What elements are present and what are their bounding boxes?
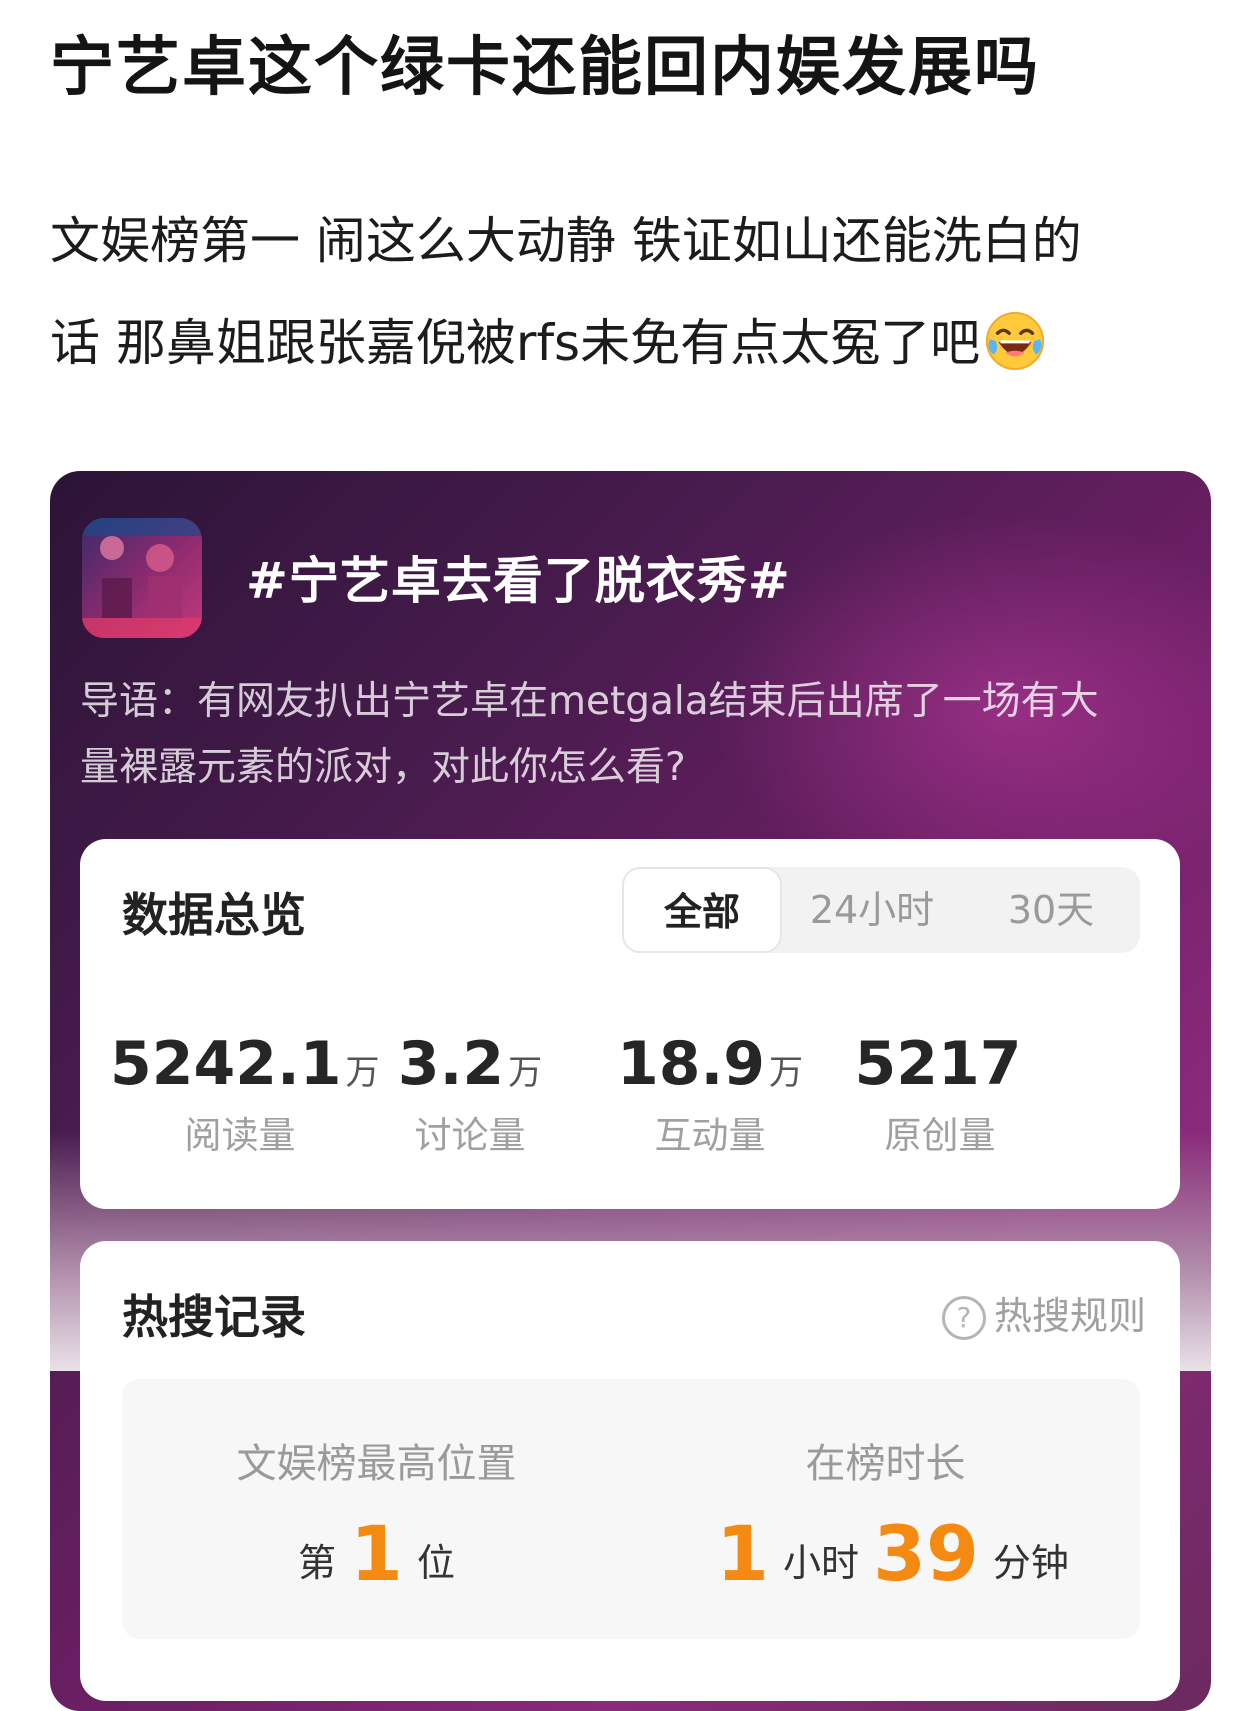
hot-search-record-title: 热搜记录: [122, 1290, 306, 1344]
topic-lead-line: 导语：有网友扒出宁艺卓在metgala结束后出席了一场有大: [80, 679, 1099, 724]
rules-label: 热搜规则: [993, 1294, 1146, 1338]
post-body-line: 话 那鼻姐跟张嘉倪被rfs未免有点太冤了吧: [50, 314, 981, 372]
stat-number: 3.2: [397, 1029, 505, 1099]
rank-prefix: 第: [298, 1541, 337, 1585]
stat-reads: 5242.1 万 阅读量: [110, 1029, 380, 1159]
help-icon: ?: [941, 1296, 986, 1340]
record-box: 文娱榜最高位置 第1位 在榜时长 1 小时 39 分钟: [122, 1379, 1140, 1639]
time-range-tabs: 全部 24小时 30天: [622, 867, 1140, 953]
stat-unit: 万: [508, 1053, 543, 1093]
tab-24h[interactable]: 24小时: [782, 867, 962, 953]
topic-thumbnail[interactable]: [82, 518, 202, 638]
stat-originals: 5217 原创量: [810, 1029, 1070, 1159]
stat-number: 18.9: [616, 1029, 766, 1099]
data-overview-title: 数据总览: [122, 888, 306, 942]
stat-value: 3.2 万: [340, 1029, 600, 1099]
laughing-crying-emoji-icon: [986, 311, 1045, 371]
time-on-list-value: 1 小时 39 分钟: [631, 1509, 1140, 1598]
stat-value: 5217: [810, 1029, 1070, 1099]
rank-suffix: 位: [416, 1541, 455, 1585]
topic-lead: 导语：有网友扒出宁艺卓在metgala结束后出席了一场有大 量裸露元素的派对，对…: [80, 669, 1190, 801]
minutes-number: 39: [873, 1509, 979, 1598]
data-overview-panel: 数据总览 全部 24小时 30天 5242.1 万 阅读量 3.2 万 讨论量 18…: [80, 839, 1180, 1209]
topic-lead-line: 量裸露元素的派对，对此你怎么看?: [80, 745, 686, 790]
post-body-line-with-emoji: 话 那鼻姐跟张嘉倪被rfs未免有点太冤了吧: [50, 292, 1200, 394]
post-body-line: 文娱榜第一 闹这么大动静 铁证如山还能洗白的: [50, 212, 1082, 270]
hot-search-rules-link[interactable]: ? 热搜规则: [941, 1285, 1146, 1340]
party-photo-icon: [82, 518, 202, 638]
topic-hashtag[interactable]: #宁艺卓去看了脱衣秀#: [246, 541, 791, 613]
stat-number: 5217: [854, 1029, 1022, 1099]
stat-interactions: 18.9 万 互动量: [580, 1029, 840, 1159]
stat-label: 阅读量: [184, 1114, 296, 1157]
time-on-list: 在榜时长 1 小时 39 分钟: [631, 1379, 1140, 1639]
highest-rank: 文娱榜最高位置 第1位: [122, 1379, 631, 1639]
stat-discussions: 3.2 万 讨论量: [340, 1029, 600, 1159]
tab-all[interactable]: 全部: [622, 867, 782, 953]
stat-label: 讨论量: [414, 1114, 526, 1157]
stat-value: 18.9 万: [580, 1029, 840, 1099]
hot-search-record-panel: 热搜记录 ? 热搜规则 文娱榜最高位置 第1位 在榜时长 1 小时 39 分钟: [80, 1241, 1180, 1701]
post-body: 文娱榜第一 闹这么大动静 铁证如山还能洗白的 话 那鼻姐跟张嘉倪被rfs未免有点…: [50, 190, 1200, 394]
stat-label: 互动量: [654, 1114, 766, 1157]
stat-unit: 万: [769, 1053, 804, 1093]
highest-rank-value: 第1位: [122, 1509, 631, 1598]
post-title: 宁艺卓这个绿卡还能回内娱发展吗: [50, 31, 1040, 105]
time-on-list-label: 在榜时长: [805, 1441, 966, 1487]
stat-label: 原创量: [884, 1114, 996, 1157]
hours-unit: 小时: [783, 1541, 860, 1585]
stat-number: 5242.1: [110, 1029, 342, 1099]
highest-rank-label: 文娱榜最高位置: [236, 1441, 517, 1487]
stat-value: 5242.1 万: [110, 1029, 380, 1099]
hours-number: 1: [716, 1509, 770, 1598]
rank-number: 1: [350, 1509, 403, 1598]
tab-30d[interactable]: 30天: [962, 867, 1140, 953]
topic-card[interactable]: #宁艺卓去看了脱衣秀# 导语：有网友扒出宁艺卓在metgala结束后出席了一场有…: [50, 471, 1211, 1711]
minutes-unit: 分钟: [992, 1541, 1069, 1585]
